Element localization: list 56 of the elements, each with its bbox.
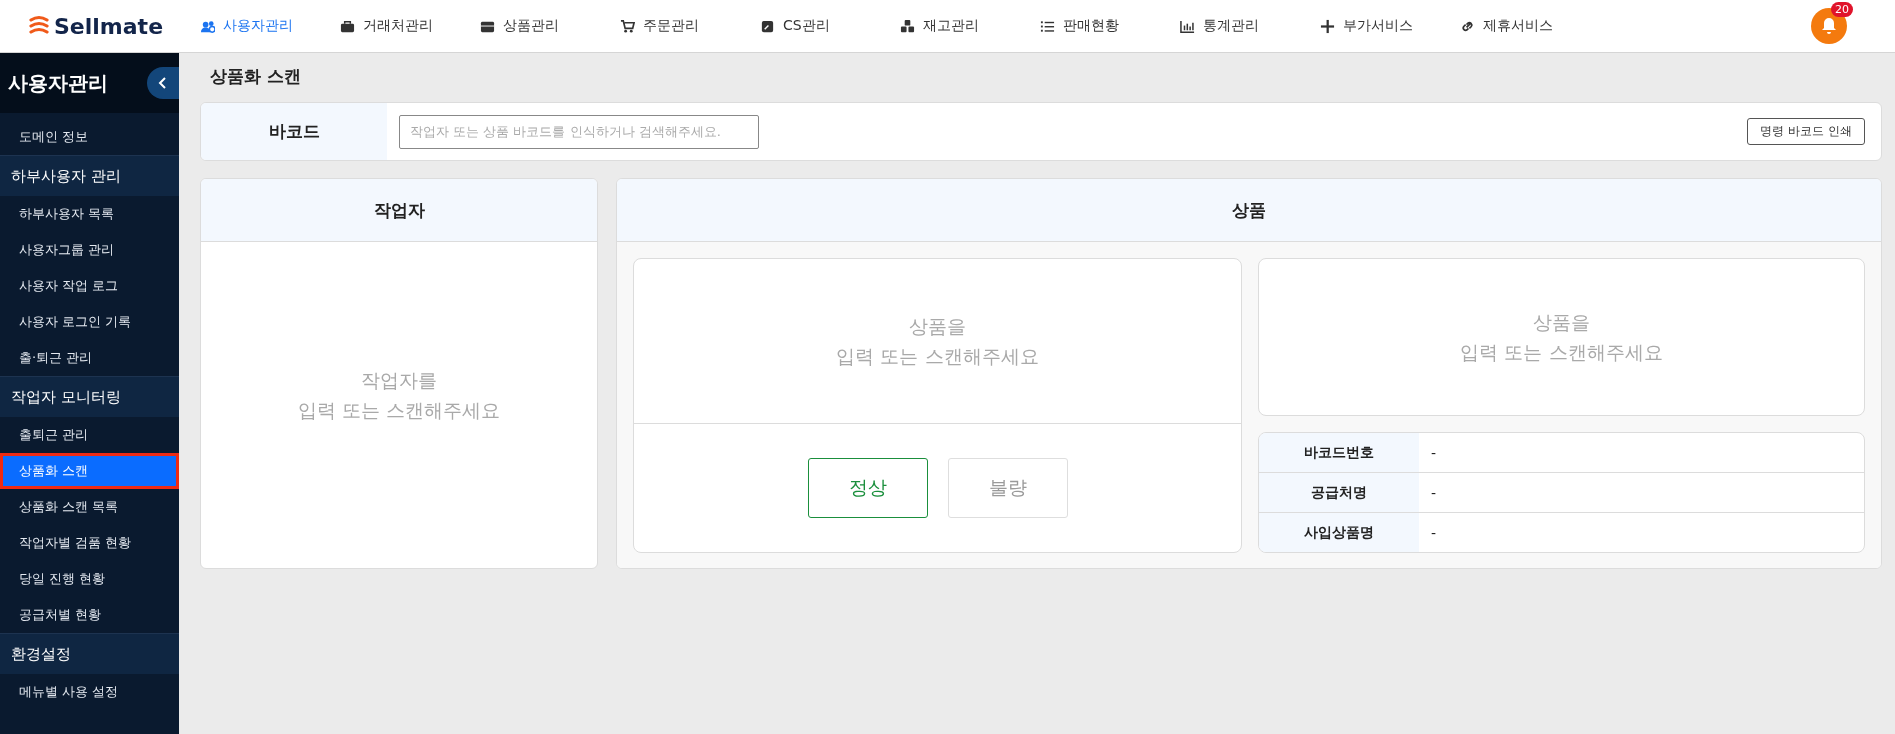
collapse-button[interactable] (147, 67, 179, 99)
detail-value: - (1430, 483, 1437, 503)
nav-menu-item[interactable]: 사용자관리 (200, 17, 340, 35)
cubes-icon (900, 18, 915, 34)
sidebar-item[interactable]: 작업자별 검품 현황 (0, 525, 179, 561)
detail-label: 사입상품명 (1259, 513, 1419, 552)
detail-value: - (1430, 523, 1437, 543)
plus-icon (1320, 18, 1335, 34)
nav-menu-item[interactable]: 제휴서비스 (1460, 17, 1600, 35)
notification-count: 20 (1831, 2, 1853, 17)
sidebar-item[interactable]: 출퇴근 관리 (0, 417, 179, 453)
nav-menu-item[interactable]: 부가서비스 (1320, 17, 1460, 35)
sidebar-title: 사용자관리 (8, 69, 108, 97)
detail-label: 공급처명 (1259, 473, 1419, 512)
barcode-label: 바코드 (201, 103, 387, 160)
logo-icon (28, 15, 50, 37)
nav-menu-item[interactable]: 통계관리 (1180, 17, 1320, 35)
sidebar-item[interactable]: 메뉴별 사용 설정 (0, 674, 179, 710)
panel-title: 작업자 (201, 179, 597, 242)
barcode-input-field[interactable]: 작업자 또는 상품 바코드를 인식하거나 검색해주세요. (399, 114, 759, 149)
nav-menu-item[interactable]: 상품관리 (480, 17, 620, 35)
sidebar-item[interactable]: 공급처별 현황 (0, 597, 179, 633)
sidebar-item[interactable]: 사용자 작업 로그 (0, 268, 179, 304)
chart-icon (1180, 18, 1195, 34)
nav-menu-item[interactable]: 주문관리 (620, 17, 760, 35)
detail-label: 바코드번호 (1259, 433, 1419, 472)
print-barcode-button[interactable]: 명령 바코드 인쇄 (1747, 118, 1865, 145)
sidebar-group-header: 하부사용자 관리 (0, 155, 179, 196)
sidebar-item[interactable]: 상품화 스캔 목록 (0, 489, 179, 525)
chevron-left-icon (157, 77, 169, 89)
sidebar-item[interactable]: 당일 진행 현황 (0, 561, 179, 597)
sidebar-group-header: 환경설정 (0, 633, 179, 674)
sidebar-item[interactable]: 출·퇴근 관리 (0, 340, 179, 376)
logo-text: Sellmate (54, 13, 164, 39)
panel-title: 상품 (617, 179, 1881, 242)
nav-menu-item[interactable]: 판매현황 (1040, 17, 1180, 35)
scan-prompt: 상품을 입력 또는 스캔해주세요 (836, 313, 1039, 369)
sidebar-group-header: 작업자 모니터링 (0, 376, 179, 417)
sidebar-item[interactable]: 도메인 정보 (0, 119, 179, 155)
list-icon (1040, 18, 1055, 34)
page-title: 상품화 스캔 (210, 65, 302, 88)
nav-menu-item[interactable]: 재고관리 (900, 17, 1040, 35)
sidebar-item[interactable]: 하부사용자 목록 (0, 196, 179, 232)
sidebar-item[interactable]: 상품화 스캔 (0, 453, 179, 489)
briefcase-icon (340, 18, 355, 34)
sidebar-item[interactable]: 사용자 로그인 기록 (0, 304, 179, 340)
sidebar-item[interactable]: 사용자그룹 관리 (0, 232, 179, 268)
nav-menu-item[interactable]: CS관리 (760, 17, 900, 35)
detail-value: - (1430, 443, 1437, 463)
cart-icon (620, 18, 635, 34)
note-icon (760, 18, 775, 34)
status-button[interactable]: 정상 (807, 458, 928, 518)
users-icon (200, 18, 215, 34)
scan-prompt: 작업자를 입력 또는 스캔해주세요 (297, 367, 501, 423)
nav-menu-item[interactable]: 거래처관리 (340, 17, 480, 35)
scan-prompt: 상품을 입력 또는 스캔해주세요 (1460, 309, 1663, 365)
